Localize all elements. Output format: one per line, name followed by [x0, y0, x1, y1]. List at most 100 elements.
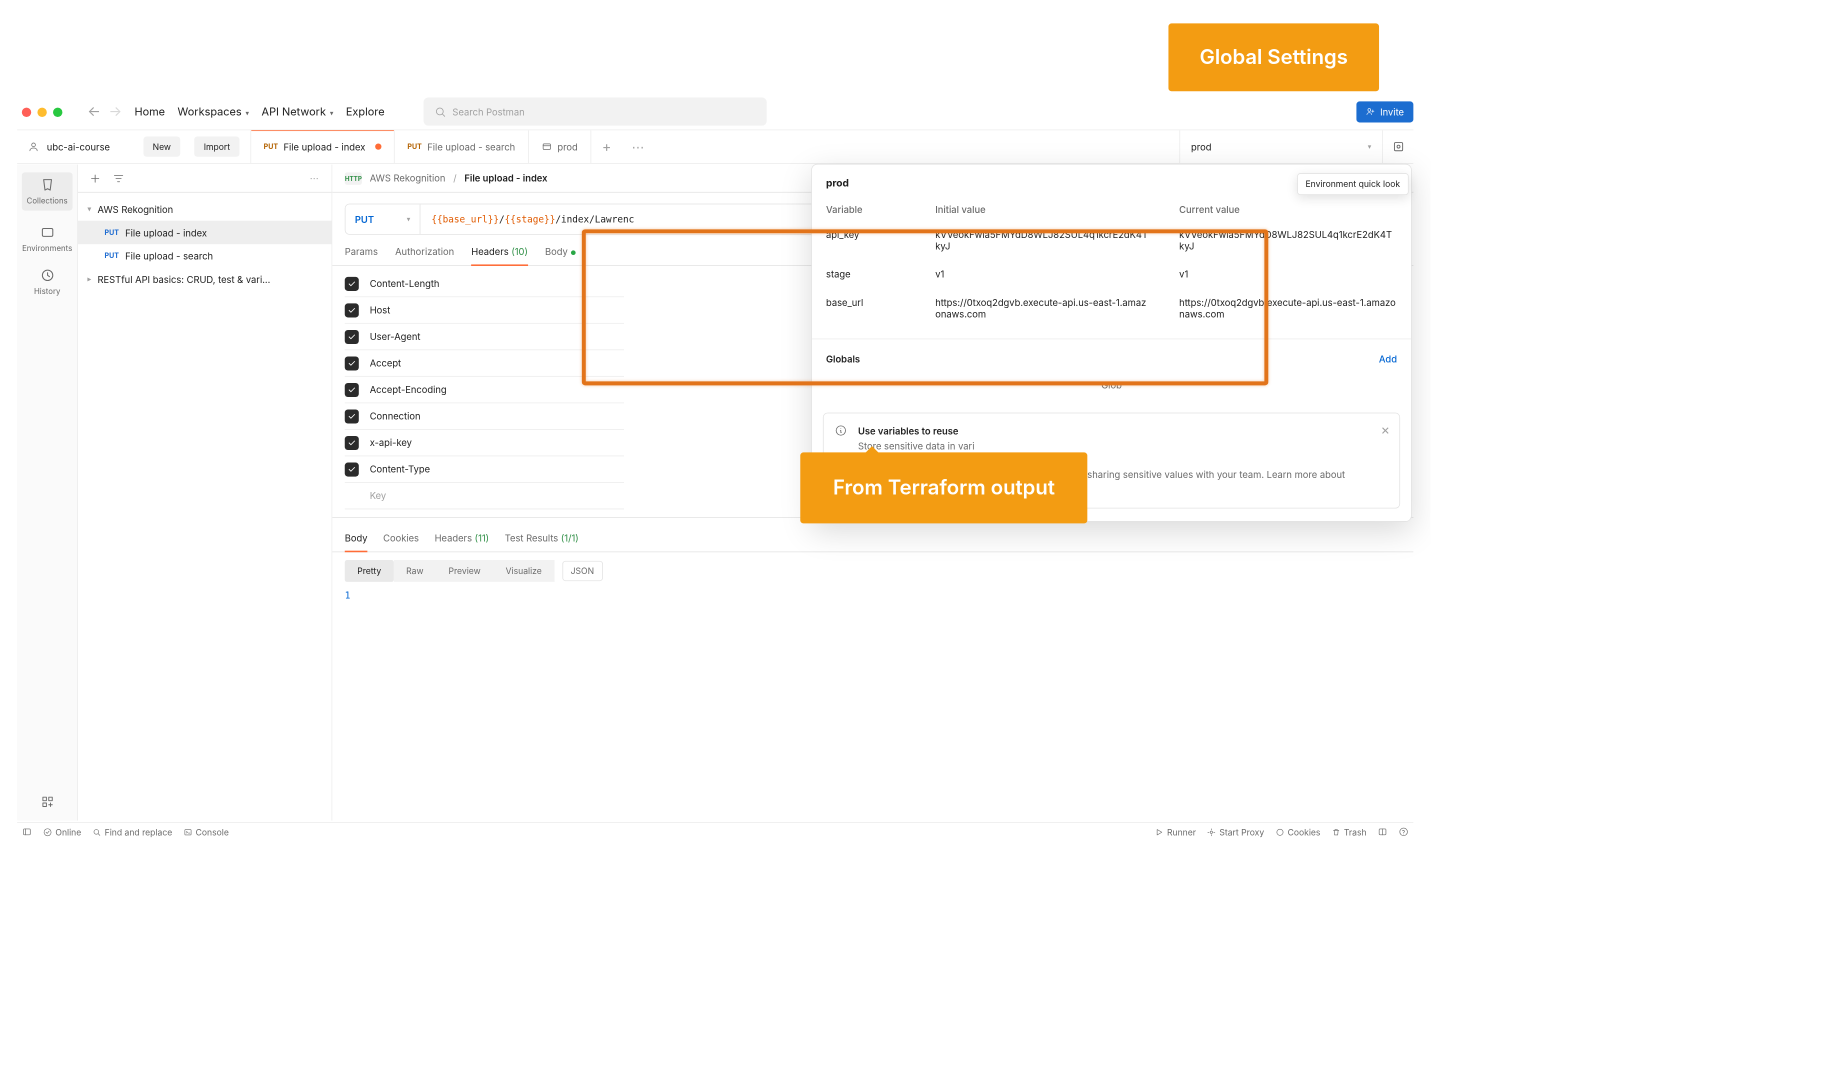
rail-collections[interactable]: Collections	[22, 172, 73, 210]
ql-row-stage[interactable]: stagev1v1	[812, 260, 1411, 288]
header-row[interactable]: ✓Host	[345, 297, 624, 324]
tab-body[interactable]: Body	[545, 246, 576, 265]
ql-row-api-key[interactable]: api_keykVVeokFwia5FMYdD8WLJ82SUL4q1kcrE2…	[812, 225, 1411, 260]
cookies-button[interactable]: Cookies	[1275, 826, 1320, 837]
request-file-upload-index[interactable]: PUT File upload - index	[78, 221, 332, 244]
rail-environments[interactable]: Environments	[17, 225, 77, 254]
back-button[interactable]: ←	[87, 103, 100, 119]
tab-file-upload-search[interactable]: PUT File upload - search	[395, 130, 529, 163]
unsaved-indicator-icon	[375, 144, 381, 150]
header-key: User-Agent	[370, 331, 421, 343]
ql-row-base-url[interactable]: base_urlhttps://0txoq2dgvb.execute-api.u…	[812, 288, 1411, 327]
checkbox-icon[interactable]: ✓	[345, 462, 359, 476]
header-row-empty[interactable]: Key	[345, 483, 624, 510]
import-button[interactable]: Import	[194, 137, 239, 157]
eye-icon	[1391, 140, 1405, 154]
folder-aws-rekognition[interactable]: ▾ AWS Rekognition	[78, 197, 332, 220]
response-format-select[interactable]: JSON	[562, 561, 603, 581]
header-row[interactable]: ✓ Accept-Encoding	[345, 377, 624, 404]
runner-button[interactable]: Runner	[1155, 826, 1196, 837]
header-row[interactable]: ✓ Accept	[345, 350, 624, 377]
checkbox-icon[interactable]: ✓	[345, 330, 359, 344]
workspace-selector[interactable]: ubc-ai-course New Import	[17, 130, 251, 163]
annotation-terraform: From Terraform output	[800, 452, 1087, 523]
new-tab-button[interactable]: +	[591, 130, 622, 163]
close-hint-button[interactable]: ✕	[1381, 423, 1390, 440]
checkbox-icon[interactable]: ✓	[345, 436, 359, 450]
rail-history[interactable]: History	[17, 268, 77, 297]
body-dot-icon	[571, 250, 576, 255]
forward-button[interactable]: →	[109, 103, 122, 119]
header-row[interactable]: ✓x-api-key	[345, 430, 624, 457]
breadcrumb-current: File upload - index	[464, 172, 547, 184]
method-badge: PUT	[264, 142, 278, 151]
checkbox-icon[interactable]: ✓	[345, 409, 359, 423]
method-badge: PUT	[105, 252, 119, 261]
new-button[interactable]: New	[143, 137, 180, 157]
header-row[interactable]: ✓ User-Agent	[345, 324, 624, 351]
tab-overflow-button[interactable]: ⋯	[622, 130, 653, 163]
info-icon	[835, 424, 847, 436]
workspace-tabbar: ubc-ai-course New Import PUT File upload…	[17, 129, 1413, 163]
search-input[interactable]: Search Postman	[424, 98, 767, 126]
request-file-upload-search[interactable]: PUT File upload - search	[78, 244, 332, 267]
ql-variables-table: Variable Initial value Current value api…	[812, 197, 1411, 327]
rail-configure[interactable]	[40, 795, 54, 811]
tab-params[interactable]: Params	[345, 246, 378, 265]
console-toggle[interactable]: Console	[183, 826, 229, 837]
nav-home[interactable]: Home	[134, 105, 165, 118]
request-label: File upload - search	[125, 250, 213, 262]
header-row[interactable]: ✓Connection	[345, 403, 624, 430]
nav-explore[interactable]: Explore	[346, 105, 385, 118]
add-global-link[interactable]: Add	[1379, 353, 1397, 365]
two-pane-icon[interactable]	[1377, 827, 1387, 837]
tab-env-prod[interactable]: prod	[528, 130, 591, 163]
nav-workspaces[interactable]: Workspaces	[178, 105, 250, 118]
help-icon[interactable]	[1399, 827, 1409, 837]
header-row[interactable]: ✓Content-Type	[345, 456, 624, 483]
sidebar-toggle-icon[interactable]	[22, 827, 32, 837]
restab-tests[interactable]: Test Results (1/1)	[505, 532, 579, 552]
restab-headers[interactable]: Headers (11)	[435, 532, 489, 552]
view-pretty[interactable]: Pretty	[345, 560, 394, 582]
invite-label: Invite	[1380, 106, 1404, 118]
environment-quick-look-button[interactable]	[1382, 130, 1413, 163]
view-raw[interactable]: Raw	[394, 560, 436, 582]
checkbox-icon[interactable]: ✓	[345, 383, 359, 397]
restab-cookies[interactable]: Cookies	[383, 532, 419, 552]
restab-body[interactable]: Body	[345, 532, 368, 552]
find-replace[interactable]: Find and replace	[92, 826, 172, 837]
left-rail: Collections Environments History	[17, 165, 78, 821]
response-view-toggle: Pretty Raw Preview Visualize JSON	[332, 552, 1413, 589]
folder-restful-basics[interactable]: ▸ RESTful API basics: CRUD, test & vari.…	[78, 268, 332, 291]
view-visualize[interactable]: Visualize	[493, 560, 554, 582]
nav-api-network[interactable]: API Network	[262, 105, 334, 118]
breadcrumb-parent[interactable]: AWS Rekognition	[370, 172, 446, 184]
view-preview[interactable]: Preview	[436, 560, 493, 582]
tab-authorization[interactable]: Authorization	[395, 246, 454, 265]
checkbox-icon[interactable]: ✓	[345, 356, 359, 370]
environment-selector[interactable]: prod ▾	[1179, 130, 1382, 163]
invite-button[interactable]: Invite	[1357, 101, 1414, 122]
header-row[interactable]: ✓Content-Length	[345, 271, 624, 298]
filter-icon[interactable]	[112, 172, 124, 184]
header-key: Accept	[370, 357, 401, 369]
col-variable: Variable	[812, 197, 921, 225]
tab-file-upload-index[interactable]: PUT File upload - index	[251, 130, 395, 163]
plus-icon[interactable]	[89, 172, 101, 184]
url-path: /index/Lawrenc	[555, 214, 634, 225]
checkbox-icon[interactable]: ✓	[345, 277, 359, 291]
folder-label: AWS Rekognition	[98, 203, 174, 215]
checkbox-icon[interactable]: ✓	[345, 303, 359, 317]
method-selector[interactable]: PUT ▾	[346, 204, 421, 234]
trash-button[interactable]: Trash	[1331, 826, 1366, 837]
sidebar-more-icon[interactable]: ⋯	[310, 172, 321, 184]
start-proxy-button[interactable]: Start Proxy	[1207, 826, 1264, 837]
tab-headers[interactable]: Headers (10)	[471, 246, 528, 265]
status-online[interactable]: Online	[43, 826, 81, 837]
chevron-right-icon: ▸	[87, 275, 91, 284]
line-number: 1	[345, 590, 351, 601]
method-label: PUT	[355, 213, 374, 225]
header-key: Accept-Encoding	[370, 384, 447, 396]
header-key-placeholder: Key	[370, 490, 386, 502]
